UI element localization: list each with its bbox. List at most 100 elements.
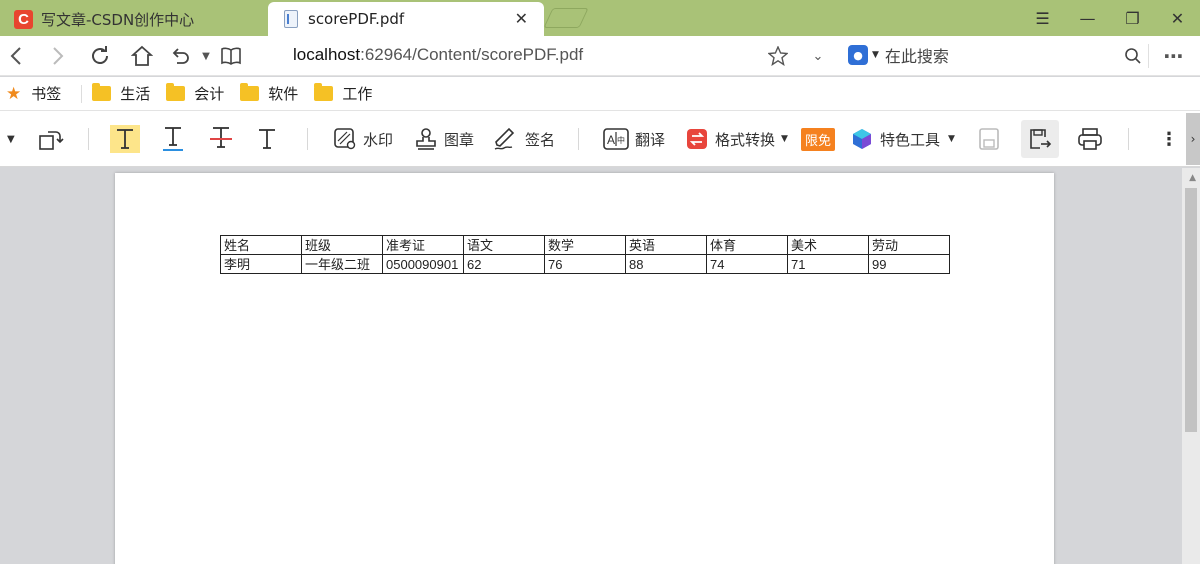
table-header-cell: 姓名 bbox=[220, 235, 302, 255]
baidu-paw-icon: ● bbox=[848, 45, 868, 65]
url-dropdown-icon[interactable]: ⌄ bbox=[804, 42, 832, 70]
table-header-cell: 美术 bbox=[787, 235, 869, 255]
highlight-text-icon[interactable] bbox=[110, 111, 140, 167]
undo-close-icon[interactable] bbox=[166, 42, 194, 70]
stamp-button[interactable]: 图章 bbox=[414, 111, 474, 167]
url-path: :62964/Content/scorePDF.pdf bbox=[360, 45, 584, 64]
search-engine[interactable]: ● ▼ 在此搜索 bbox=[848, 43, 949, 67]
save-icon[interactable] bbox=[978, 111, 1000, 167]
bookmark-folder-software[interactable]: 软件 bbox=[240, 83, 298, 104]
svg-text:A: A bbox=[607, 133, 615, 147]
table-header-cell: 体育 bbox=[706, 235, 788, 255]
minimize-icon[interactable]: — bbox=[1065, 0, 1110, 36]
special-tools-button[interactable]: 特色工具 ▼ bbox=[851, 111, 955, 167]
pdf-file-icon bbox=[284, 10, 298, 28]
table-header-row: 姓名 班级 准考证 语文 数学 英语 体育 美术 劳动 bbox=[220, 235, 950, 255]
close-tab-icon[interactable]: ✕ bbox=[515, 9, 528, 28]
rotate-page-icon[interactable] bbox=[38, 111, 64, 167]
folder-label: 软件 bbox=[268, 85, 299, 103]
reload-icon[interactable] bbox=[86, 42, 114, 70]
toolbar-expand-icon[interactable]: › bbox=[1186, 113, 1200, 165]
table-header-cell: 数学 bbox=[544, 235, 626, 255]
format-convert-button[interactable]: 格式转换 ▼ bbox=[686, 111, 788, 167]
add-text-icon[interactable] bbox=[257, 111, 277, 167]
watermark-label: 水印 bbox=[363, 130, 394, 149]
translate-button[interactable]: A中 翻译 bbox=[603, 111, 665, 167]
bookmark-folder-accounting[interactable]: 会计 bbox=[166, 83, 224, 104]
stamp-label: 图章 bbox=[444, 130, 475, 149]
svg-text:中: 中 bbox=[617, 135, 625, 145]
more-vertical-icon[interactable]: ⋮ bbox=[1160, 111, 1178, 167]
format-convert-icon bbox=[687, 129, 707, 149]
toolbar-collapse-icon[interactable]: ▼ bbox=[7, 111, 15, 167]
table-cell: 99 bbox=[868, 254, 950, 274]
back-icon[interactable] bbox=[2, 42, 30, 70]
tab-csdn[interactable]: C 写文章-CSDN创作中心 bbox=[0, 2, 272, 36]
pdf-page: 姓名 班级 准考证 语文 数学 英语 体育 美术 劳动 李明 一年级二班 050… bbox=[115, 173, 1054, 564]
table-row: 李明 一年级二班 0500090901 62 76 88 74 71 99 bbox=[220, 254, 950, 274]
table-header-cell: 语文 bbox=[463, 235, 545, 255]
pdf-viewer: 姓名 班级 准考证 语文 数学 英语 体育 美术 劳动 李明 一年级二班 050… bbox=[0, 168, 1200, 564]
signature-label: 签名 bbox=[525, 130, 556, 149]
address-bar: ▼ localhost:62964/Content/scorePDF.pdf ⌄… bbox=[0, 36, 1200, 76]
special-tools-label: 特色工具 bbox=[880, 130, 941, 149]
signature-button[interactable]: 签名 bbox=[493, 111, 555, 167]
watermark-icon bbox=[334, 128, 356, 150]
tab-title: 写文章-CSDN创作中心 bbox=[41, 10, 195, 29]
table-cell: 62 bbox=[463, 254, 545, 274]
tab-title: scorePDF.pdf bbox=[308, 10, 405, 28]
folder-icon bbox=[166, 83, 186, 101]
translate-label: 翻译 bbox=[635, 130, 666, 149]
save-as-icon[interactable] bbox=[1021, 111, 1059, 167]
csdn-logo-icon: C bbox=[14, 9, 33, 29]
close-window-icon[interactable]: ✕ bbox=[1155, 0, 1200, 36]
table-cell: 李明 bbox=[220, 254, 302, 274]
folder-icon bbox=[314, 83, 334, 101]
vertical-scrollbar[interactable]: ▲ bbox=[1182, 168, 1200, 564]
folder-label: 工作 bbox=[342, 85, 373, 103]
more-menu-icon[interactable]: ⋯ bbox=[1160, 42, 1188, 70]
search-icon[interactable] bbox=[1119, 42, 1147, 70]
table-cell: 71 bbox=[787, 254, 869, 274]
special-tools-icon bbox=[853, 129, 871, 149]
chevron-down-icon[interactable]: ▼ bbox=[192, 42, 220, 70]
limited-free-badge: 限免 bbox=[801, 111, 836, 167]
table-cell: 74 bbox=[706, 254, 788, 274]
chevron-down-icon: ▼ bbox=[781, 134, 788, 144]
bookmark-folder-life[interactable]: 生活 bbox=[92, 83, 150, 104]
reader-mode-icon[interactable] bbox=[217, 42, 245, 70]
forward-icon[interactable] bbox=[44, 42, 72, 70]
url-host: localhost bbox=[293, 45, 361, 64]
table-cell: 0500090901 bbox=[382, 254, 464, 274]
folder-icon bbox=[92, 83, 112, 101]
strikethrough-text-icon[interactable] bbox=[209, 111, 233, 167]
signature-pen-icon bbox=[494, 127, 515, 150]
home-icon[interactable] bbox=[128, 42, 156, 70]
bookmarks-label[interactable]: 书签 bbox=[31, 83, 61, 104]
new-tab-button[interactable] bbox=[543, 8, 589, 28]
scroll-up-icon[interactable]: ▲ bbox=[1189, 173, 1196, 183]
translate-icon: A中 bbox=[603, 128, 629, 150]
table-header-cell: 英语 bbox=[625, 235, 707, 255]
format-convert-label: 格式转换 bbox=[715, 130, 776, 149]
bookmark-star-icon[interactable] bbox=[764, 42, 792, 70]
scroll-thumb[interactable] bbox=[1185, 188, 1197, 432]
star-icon: ★ bbox=[6, 83, 22, 104]
url-field[interactable]: localhost:62964/Content/scorePDF.pdf bbox=[293, 45, 583, 65]
underline-text-icon[interactable] bbox=[162, 111, 184, 167]
chevron-down-icon: ▼ bbox=[872, 50, 879, 60]
folder-label: 生活 bbox=[120, 85, 151, 103]
table-cell: 一年级二班 bbox=[301, 254, 383, 274]
watermark-button[interactable]: 水印 bbox=[333, 111, 393, 167]
restore-icon[interactable]: ❐ bbox=[1110, 0, 1155, 36]
folder-icon bbox=[240, 83, 260, 101]
tab-bar: C 写文章-CSDN创作中心 scorePDF.pdf ✕ ☰ — ❐ ✕ bbox=[0, 0, 1200, 36]
menu-icon[interactable]: ☰ bbox=[1020, 0, 1065, 36]
bookmark-folder-work[interactable]: 工作 bbox=[314, 83, 372, 104]
tab-scorepdf[interactable]: scorePDF.pdf ✕ bbox=[258, 2, 544, 36]
score-table: 姓名 班级 准考证 语文 数学 英语 体育 美术 劳动 李明 一年级二班 050… bbox=[220, 235, 950, 274]
table-header-cell: 准考证 bbox=[382, 235, 464, 255]
search-input[interactable]: 在此搜索 bbox=[885, 43, 949, 67]
stamp-icon bbox=[416, 128, 436, 150]
print-icon[interactable] bbox=[1077, 111, 1103, 167]
